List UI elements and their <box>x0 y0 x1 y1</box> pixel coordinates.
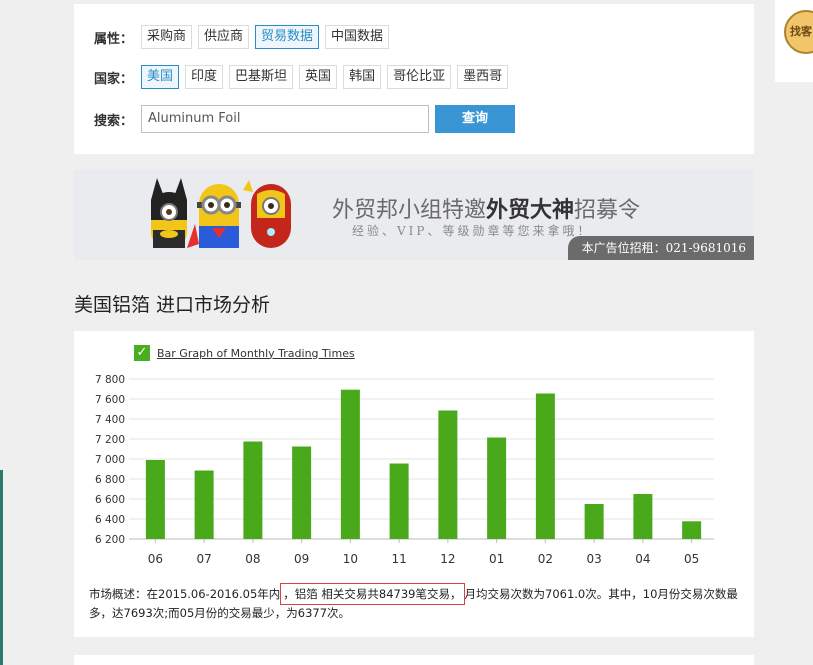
attribute-tag-buyer[interactable]: 采购商 <box>141 25 193 49</box>
find-customer-logo[interactable]: 找客 <box>784 10 813 54</box>
next-panel <box>74 655 754 665</box>
bar[interactable] <box>340 389 360 539</box>
ad-banner[interactable]: 外贸邦小组特邀外贸大神招募令 经验、VIP、等级勋章等您来拿哦！ 本广告位招租：… <box>74 170 754 260</box>
attribute-tag-supplier[interactable]: 供应商 <box>198 25 250 49</box>
superman-minion-icon <box>187 184 241 248</box>
minion-characters-illustration <box>151 178 291 248</box>
summary-highlight: ，铝箔 相关交易共84739笔交易， <box>280 583 465 605</box>
market-summary: 市场概述：在2015.06-2016.05年内 ，铝箔 相关交易共84739笔交易… <box>89 583 744 623</box>
x-tick-label: 01 <box>489 552 504 566</box>
bar[interactable] <box>438 410 458 540</box>
y-tick-label: 7 600 <box>95 394 125 406</box>
bar[interactable] <box>194 470 214 540</box>
summary-text-start: 市场概述：在2015.06-2016.05年内 <box>89 587 281 601</box>
x-tick-label: 10 <box>343 552 358 566</box>
search-input[interactable]: Aluminum Foil <box>141 105 429 133</box>
x-tick-label: 04 <box>635 552 650 566</box>
y-tick-label: 6 600 <box>95 494 125 506</box>
bar[interactable] <box>633 494 653 539</box>
bar[interactable] <box>243 441 263 540</box>
x-tick-label: 07 <box>196 552 211 566</box>
section-title: 美国铝箔 进口市场分析 <box>74 294 271 316</box>
country-tag-india[interactable]: 印度 <box>185 65 224 89</box>
bar[interactable] <box>389 463 409 540</box>
country-label: 国家： <box>94 71 134 87</box>
country-row: 国家： 美国 印度 巴基斯坦 英国 韩国 哥伦比亚 墨西哥 <box>94 65 514 89</box>
y-tick-label: 7 800 <box>95 374 125 386</box>
country-tag-pakistan[interactable]: 巴基斯坦 <box>229 65 294 89</box>
banner-subtitle: 经验、VIP、等级勋章等您来拿哦！ <box>352 224 593 238</box>
legend-label[interactable]: Bar Graph of Monthly Trading Times <box>157 347 355 360</box>
y-tick-label: 6 200 <box>95 534 125 546</box>
search-button[interactable]: 查询 <box>435 105 515 133</box>
banner-title: 外贸邦小组特邀外贸大神招募令 <box>332 197 641 223</box>
attribute-tag-trade-data[interactable]: 贸易数据 <box>255 25 320 49</box>
ironman-minion-icon <box>243 180 291 248</box>
country-tag-korea[interactable]: 韩国 <box>343 65 382 89</box>
bar[interactable] <box>145 460 165 539</box>
x-tick-label: 02 <box>538 552 553 566</box>
chart-panel: 7 800 7 600 7 400 7 200 7 000 6 800 6 600 6 400… <box>74 331 754 637</box>
checkbox-checked-icon[interactable]: ✓ <box>134 345 150 361</box>
bar-chart: 7 800 7 600 7 400 7 200 7 000 6 800 6 600 6 400… <box>95 374 714 566</box>
country-tag-usa[interactable]: 美国 <box>141 65 180 89</box>
filter-panel: 属性： 采购商 供应商 贸易数据 中国数据 国家： 美国 印度 巴基斯坦 英国 … <box>74 4 754 154</box>
bar[interactable] <box>682 521 702 539</box>
x-tick-label: 08 <box>245 552 260 566</box>
ad-rental-notice: 本广告位招租：021-9681016 <box>567 236 754 260</box>
bar[interactable] <box>292 446 312 540</box>
bar[interactable] <box>584 504 604 539</box>
side-widget: 找客 <box>775 0 813 82</box>
attribute-label: 属性： <box>94 31 134 47</box>
y-tick-label: 6 400 <box>95 514 125 526</box>
attribute-tag-china-data[interactable]: 中国数据 <box>325 25 390 49</box>
bar[interactable] <box>487 437 507 540</box>
bar[interactable] <box>535 393 555 540</box>
batman-minion-icon <box>151 178 187 248</box>
x-tick-label: 03 <box>586 552 601 566</box>
y-tick-label: 7 200 <box>95 434 125 446</box>
x-tick-label: 09 <box>294 552 309 566</box>
x-tick-label: 11 <box>391 552 406 566</box>
y-tick-label: 7 400 <box>95 414 125 426</box>
x-tick-label: 05 <box>684 552 699 566</box>
country-tag-uk[interactable]: 英国 <box>299 65 338 89</box>
y-tick-label: 7 000 <box>95 454 125 466</box>
country-tag-colombia[interactable]: 哥伦比亚 <box>387 65 452 89</box>
x-tick-label: 12 <box>440 552 455 566</box>
x-tick-label: 06 <box>148 552 163 566</box>
chart-legend[interactable]: ✓ Bar Graph of Monthly Trading Times <box>134 345 355 361</box>
attribute-row: 属性： 采购商 供应商 贸易数据 中国数据 <box>94 25 395 49</box>
y-tick-label: 6 800 <box>95 474 125 486</box>
left-edge-accent <box>0 470 3 665</box>
country-tag-mexico[interactable]: 墨西哥 <box>457 65 509 89</box>
search-label: 搜索： <box>94 113 134 129</box>
search-row: 搜索： Aluminum Foil 查询 <box>94 105 515 133</box>
